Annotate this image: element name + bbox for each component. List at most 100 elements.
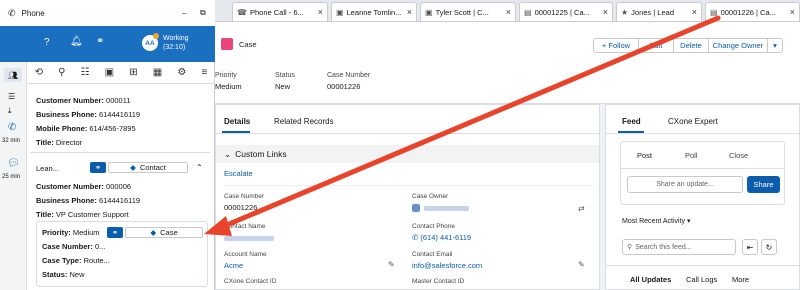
chevron-down-icon: ▾	[773, 41, 777, 50]
case-type-label: Case	[160, 228, 178, 237]
poll-tab[interactable]: Poll	[685, 151, 698, 160]
account-name-link[interactable]: Acme	[224, 261, 243, 270]
divider	[606, 265, 799, 266]
post-tab[interactable]: Post	[637, 151, 652, 160]
contact2-name[interactable]: Lean...	[36, 164, 59, 173]
priority-row: Priority: Medium	[42, 228, 100, 237]
edit-button[interactable]: Edit	[638, 38, 674, 53]
link-icon[interactable]: ⚭	[90, 162, 106, 173]
close-icon[interactable]: ×	[790, 7, 795, 17]
popout-icon[interactable]: ⧉	[200, 8, 206, 18]
sort-dropdown[interactable]: Most Recent Activity ▾	[622, 217, 691, 225]
settings-gear-icon[interactable]: ⚙	[177, 67, 186, 78]
section-title: Custom Links	[235, 149, 287, 159]
publisher-box: Post Poll Close Share an update... Share	[620, 141, 785, 205]
tab-label: Phone Call - 6...	[249, 7, 304, 17]
tab-feed[interactable]: Feed	[622, 117, 641, 126]
agent-status-label[interactable]: Working	[163, 35, 189, 42]
custom-links-section[interactable]: ⌄ Custom Links	[216, 145, 599, 163]
phone-title: Phone	[21, 8, 45, 18]
help-icon[interactable]: ?	[44, 37, 50, 48]
change-owner-icon[interactable]: ⇄	[578, 204, 585, 213]
more-actions-button[interactable]: ▾	[767, 38, 783, 53]
tab-label: Tyler Scott | C...	[435, 7, 489, 17]
follow-button[interactable]: + Follow	[593, 38, 639, 53]
owner-name-blurred[interactable]	[424, 206, 469, 211]
calendar-icon[interactable]: ▦	[153, 67, 162, 78]
close-icon[interactable]: ×	[407, 7, 412, 17]
close-icon[interactable]: ×	[506, 7, 511, 17]
cxone-contact-id-label: CXone Contact ID	[224, 278, 277, 285]
change-owner-button[interactable]: Change Owner	[708, 38, 768, 53]
master-contact-id-label: Master Contact ID	[412, 278, 465, 285]
tab-case-1225[interactable]: ▤ 00001225 | Ca... ×	[519, 2, 613, 21]
menu-icon[interactable]: ≡	[202, 67, 208, 78]
chat-icon[interactable]: 💬︎	[7, 158, 20, 169]
tab-jones-lead[interactable]: ★ Jones | Lead ×	[616, 2, 702, 21]
tab-tyler[interactable]: ▣ Tyler Scott | C... ×	[420, 2, 516, 21]
tab-label: Jones | Lead	[631, 7, 674, 17]
status-row: Status: New	[42, 270, 85, 279]
tab-call-logs[interactable]: Call Logs	[686, 275, 717, 284]
close-icon[interactable]: ×	[603, 7, 608, 17]
field-value: 000011	[106, 96, 131, 105]
tab-case-1226[interactable]: ▤ 00001226 | Ca... ×	[705, 2, 800, 21]
field-label: Customer Number:	[36, 96, 104, 105]
notification-bell-icon[interactable]: 🔔︎	[70, 36, 83, 47]
escalate-link[interactable]: Escalate	[224, 169, 253, 178]
phone-toolbar: ⟲ ⚲ ☷ ▣ ⊞ ▦ ⚙ ≡	[27, 62, 215, 84]
share-button[interactable]: Share	[747, 176, 780, 193]
search-placeholder: Search this feed...	[635, 243, 692, 251]
queue-icon[interactable]: ☷	[81, 67, 90, 78]
title-row: Title: VP Customer Support	[36, 210, 129, 219]
delete-button[interactable]: Delete	[673, 38, 709, 53]
tab-leanne[interactable]: ▣ Leanne Tomlin... ×	[331, 2, 417, 21]
contact-phone-field-label: Contact Phone	[412, 223, 456, 230]
customer-number-row: Customer Number: 000011	[36, 96, 131, 105]
contact-name-blurred[interactable]	[224, 236, 274, 241]
business-phone-row: Business Phone: 6144416119	[36, 196, 140, 205]
contact-email-link[interactable]: info@salesforce.com	[412, 261, 482, 270]
tab-details[interactable]: Details	[224, 117, 250, 126]
link-icon[interactable]: ⚭	[107, 227, 123, 238]
contact-name-field-label: Contact Name	[224, 223, 266, 230]
download-icon[interactable]: ⤓	[8, 106, 12, 116]
contact-type-select[interactable]: ◆ Contact	[108, 162, 188, 173]
field-value: Medium	[72, 228, 100, 237]
share-update-input[interactable]: Share an update...	[627, 176, 743, 193]
call-icon[interactable]: ✆	[8, 122, 16, 133]
edit-pencil-icon[interactable]: ✎	[578, 260, 585, 269]
keypad-icon[interactable]: ⊞	[129, 67, 137, 78]
customer-number-row: Customer Number: 000006	[36, 182, 131, 191]
tab-related-records[interactable]: Related Records	[274, 117, 334, 126]
filter-icon[interactable]: ⇤	[742, 239, 758, 255]
list-icon[interactable]: ☰	[8, 92, 15, 101]
field-label: Business Phone:	[36, 110, 97, 119]
business-phone-row: Business Phone: 6144416119	[36, 110, 140, 119]
sort-label: Most Recent Activity	[622, 218, 686, 225]
edit-pencil-icon[interactable]: ✎	[388, 260, 395, 269]
search-feed-input[interactable]: ⚲ Search this feed...	[622, 239, 736, 255]
case-type-select[interactable]: ◆ Case	[125, 227, 203, 238]
refresh-icon[interactable]: ↻	[761, 239, 777, 255]
chevron-up-icon[interactable]: ⌃	[196, 163, 203, 172]
search-icon[interactable]: ⚲	[58, 67, 65, 78]
contact-phone-link[interactable]: ✆ (614) 441-6119	[412, 233, 471, 242]
divider	[30, 152, 210, 153]
case-number-value: 00001226	[327, 82, 361, 91]
close-icon[interactable]: ×	[692, 7, 697, 17]
tab-more[interactable]: More	[732, 275, 749, 284]
close-icon[interactable]: ×	[318, 7, 323, 17]
chevron-down-icon: ⌄	[224, 148, 232, 159]
tab-all-updates[interactable]: All Updates	[630, 275, 671, 284]
history-icon[interactable]: ⟲	[35, 67, 43, 78]
contacts-icon[interactable]: 👥︎	[4, 68, 22, 82]
minimize-icon[interactable]: ⎯	[182, 8, 187, 19]
field-label: Case Number:	[42, 242, 93, 251]
directory-icon[interactable]: ▣	[105, 67, 114, 78]
tab-cxone-expert[interactable]: CXone Expert	[668, 117, 718, 126]
field-value: New	[69, 270, 85, 279]
link-icon[interactable]: ⚭	[96, 36, 104, 47]
tab-phone-call[interactable]: ☎ Phone Call - 6... ×	[232, 2, 328, 21]
close-tab[interactable]: Close	[729, 151, 748, 160]
